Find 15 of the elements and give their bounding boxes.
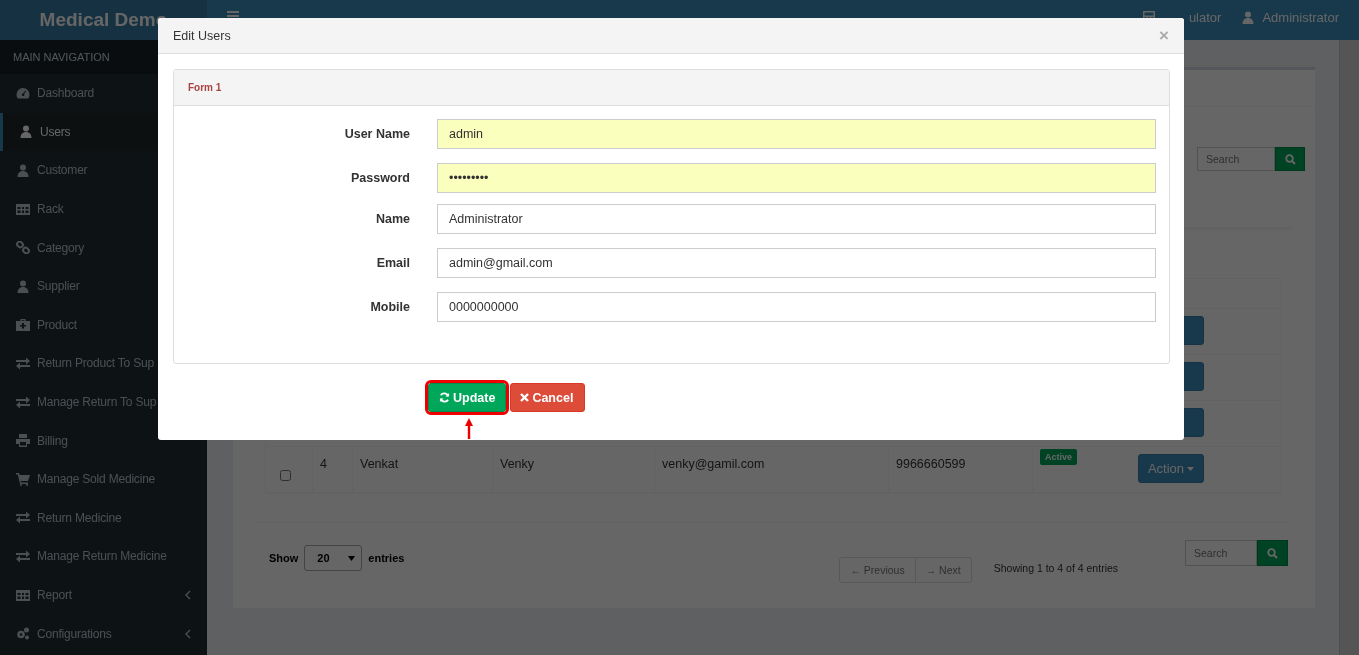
panel-title: Form 1 xyxy=(188,82,222,93)
show-label: Show xyxy=(269,552,299,564)
status-badge: Active xyxy=(1040,449,1077,465)
entries-label: entries xyxy=(368,552,405,564)
field-label: Email xyxy=(375,256,410,270)
field-label: User Name xyxy=(343,127,410,141)
table-cell: Venky xyxy=(493,447,655,492)
table-cell: Venkat xyxy=(353,447,493,492)
table-cell: 4 xyxy=(313,447,353,492)
field-label: Mobile xyxy=(369,300,410,314)
entries-info: Showing 1 to 4 of 4 entries xyxy=(993,562,1119,574)
field-label: Password xyxy=(349,171,410,185)
table-cell: 9966660599 xyxy=(889,447,1033,492)
field-label: Name xyxy=(374,212,410,226)
table-cell: venky@gamil.com xyxy=(655,447,889,492)
